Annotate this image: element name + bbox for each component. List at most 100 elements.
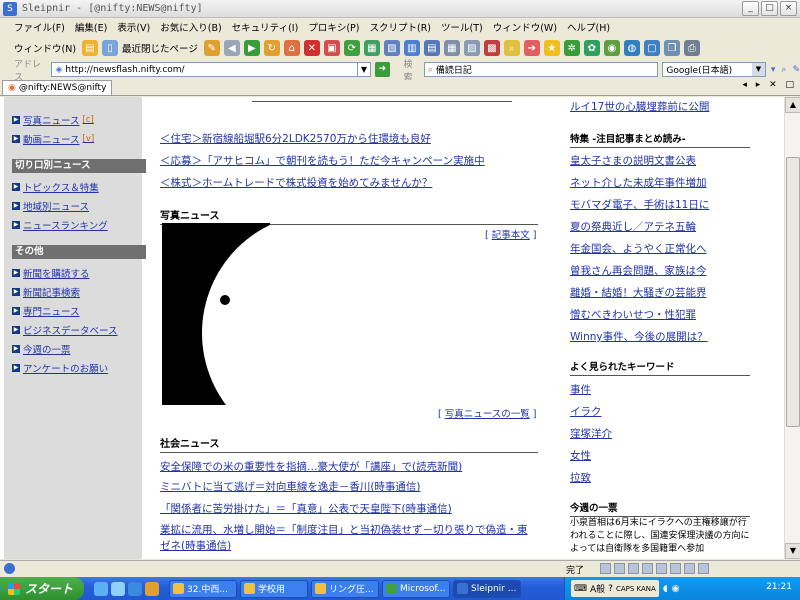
special-link[interactable]: 皇太子さまの説明文書公表 xyxy=(570,153,696,168)
search-engine-select[interactable]: Google(日本語) ▼ xyxy=(662,62,766,77)
status-activex-icon[interactable] xyxy=(670,563,681,574)
special-link[interactable]: 憎むべきわいせつ・性犯罪 xyxy=(570,307,696,322)
promo-link-entry[interactable]: ＜応募＞「アサヒコム」で朝刊を読もう！ただ今キャンペーン実施中 xyxy=(160,153,485,168)
menu-script[interactable]: スクリプト(R) xyxy=(369,20,431,34)
article-body-link[interactable]: 記事本文 xyxy=(492,230,530,241)
sidebar-link-article-search[interactable]: ▶ 新聞記事検索 xyxy=(12,285,80,299)
highlight-icon[interactable]: ⌕ xyxy=(781,65,786,75)
taskbar-item-active[interactable]: Sleipnir ... xyxy=(453,579,521,598)
status-script-icon[interactable] xyxy=(642,563,653,574)
scroll-up-arrow-icon[interactable]: ▲ xyxy=(785,97,800,113)
sidebar-link-special-news[interactable]: ▶ 専門ニュース xyxy=(12,304,80,318)
special-link[interactable]: 年金国会、ようやく正常化へ xyxy=(570,241,707,256)
minimize-button[interactable]: _ xyxy=(742,1,759,16)
tile-window-icon[interactable]: ▥ xyxy=(403,40,420,56)
maximize-button[interactable]: □ xyxy=(761,1,778,16)
menu-file[interactable]: ファイル(F) xyxy=(14,20,65,34)
promo-link-stocks[interactable]: ＜株式＞ホームトレードで株式投資を始めてみませんか？ xyxy=(160,175,432,190)
social-news-link[interactable]: 安全保障での米の重要性を指摘…豪大使が「講座」で(読売新聞) xyxy=(160,459,462,474)
status-image-icon[interactable] xyxy=(628,563,639,574)
window-close-icon[interactable]: ▩ xyxy=(483,40,500,56)
go-button[interactable]: ➜ xyxy=(375,62,390,77)
special-link[interactable]: 離婚・結婚！大騒ぎの芸能界 xyxy=(570,285,707,300)
tab-nifty-news[interactable]: ◉ @nifty:NEWS@nifty xyxy=(2,80,113,95)
photo-news-list-link[interactable]: 写真ニュースの一覧 xyxy=(445,409,530,420)
menu-tools[interactable]: ツール(T) xyxy=(441,20,483,34)
social-news-link-cont[interactable]: ゼネ(時事通信) xyxy=(160,538,231,553)
keyword-link[interactable]: 拉致 xyxy=(570,470,591,485)
pen-icon[interactable]: ✎ xyxy=(792,65,800,75)
proxy-icon[interactable]: ◉ xyxy=(603,40,620,56)
sidebar-link-weekly-vote[interactable]: ▶ 今週の一票 xyxy=(12,342,71,356)
cut-off-link[interactable]: ルイ17世の心臓埋葬前に公開 xyxy=(570,99,709,114)
scroll-down-arrow-icon[interactable]: ▼ xyxy=(785,543,800,559)
status-security-icon[interactable] xyxy=(600,563,611,574)
sidebar-link-photo-news[interactable]: ▶ 写真ニュース [c] xyxy=(12,113,94,127)
taskbar-item[interactable]: 学校用 xyxy=(240,579,308,598)
taskbar-item[interactable]: Microsof... xyxy=(382,579,450,598)
ime-toolbar[interactable]: ⌨ A般 ? CAPS KANA xyxy=(571,580,659,597)
taskbar-item[interactable]: リング圧... xyxy=(311,579,379,598)
page-settings-icon[interactable]: ▧ xyxy=(383,40,400,56)
menu-edit[interactable]: 編集(E) xyxy=(75,20,107,34)
magnifier-icon[interactable]: ⌕ xyxy=(503,40,520,56)
tab-navigation-buttons[interactable]: ◂ ▸ ✕ □ xyxy=(742,80,797,90)
globe-icon[interactable]: ◍ xyxy=(623,40,640,56)
sidebar-link-topics[interactable]: ▶ トピックス＆特集 xyxy=(12,180,99,194)
sidebar-link-regional[interactable]: ▶ 地域別ニュース xyxy=(12,199,89,213)
stop-icon[interactable]: ✕ xyxy=(303,40,320,56)
split-icon[interactable]: ▨ xyxy=(463,40,480,56)
volume-icon[interactable]: ◖ xyxy=(663,584,668,594)
menu-proxy[interactable]: プロキシ(P) xyxy=(308,20,359,34)
home-icon[interactable]: ⌂ xyxy=(283,40,300,56)
vertical-scrollbar[interactable]: ▲ ▼ xyxy=(784,97,800,559)
ie-icon[interactable] xyxy=(94,581,108,596)
status-sound-icon[interactable] xyxy=(684,563,695,574)
status-java-icon[interactable] xyxy=(656,563,667,574)
print-icon[interactable]: ⎙ xyxy=(683,40,700,56)
address-dropdown-button[interactable]: ▼ xyxy=(357,62,372,77)
closed-page-icon[interactable]: ✎ xyxy=(203,40,220,56)
layout-icon[interactable]: ▦ xyxy=(443,40,460,56)
new-window-icon[interactable]: ▢ xyxy=(643,40,660,56)
recently-closed-button[interactable]: 最近閉じたページ xyxy=(122,41,198,55)
menu-window[interactable]: ウィンドウ(W) xyxy=(493,20,557,34)
sidebar-link-survey[interactable]: ▶ アンケートのお願い xyxy=(12,361,108,375)
back-arrow-icon[interactable]: ◀ xyxy=(223,40,240,56)
keyword-link[interactable]: イラク xyxy=(570,404,602,419)
menu-view[interactable]: 表示(V) xyxy=(117,20,150,34)
page-icon[interactable]: ▯ xyxy=(102,40,119,56)
sidebar-link-subscribe[interactable]: ▶ 新聞を購読する xyxy=(12,266,90,280)
search-dropdown-icon[interactable]: ▾ xyxy=(771,65,776,75)
sidebar-link-ranking[interactable]: ▶ ニュースランキング xyxy=(12,218,108,232)
taskbar-item[interactable]: 32.中西... xyxy=(169,579,237,598)
news-photo[interactable] xyxy=(162,223,270,405)
close-button[interactable]: × xyxy=(780,1,797,16)
special-link[interactable]: 曽我さん再会問題、家族は今 xyxy=(570,263,707,278)
media-icon[interactable] xyxy=(128,581,142,596)
start-button[interactable]: スタート xyxy=(0,577,84,600)
special-link[interactable]: ネット介した未成年事件増加 xyxy=(570,175,707,190)
window-menu-button[interactable]: ウィンドウ(N) xyxy=(14,41,76,55)
search-input[interactable]: ⌕ 備読日記 xyxy=(423,62,659,77)
social-news-link[interactable]: ミニバトに当て逃げ＝対向車線を逸走－香川(時事通信) xyxy=(160,479,421,494)
address-input[interactable]: ◈ http://newsflash.nifty.com/ xyxy=(51,62,358,77)
sidebar-link-business-db[interactable]: ▶ ビジネスデータベース xyxy=(12,323,118,337)
script-icon[interactable]: ✿ xyxy=(583,40,600,56)
social-news-link[interactable]: 業拡に流用、水増し開始＝「制度注目」と当初偽装せず－切り張りで偽造・東 xyxy=(160,522,528,537)
status-proxy-icon[interactable] xyxy=(698,563,709,574)
refresh-all-icon[interactable]: ⟳ xyxy=(343,40,360,56)
menu-security[interactable]: セキュリティ(I) xyxy=(232,20,299,34)
explorer-icon[interactable] xyxy=(145,581,159,596)
clock[interactable]: 21:21 xyxy=(766,582,792,592)
keyword-link[interactable]: 事件 xyxy=(570,382,591,397)
desktop-icon[interactable] xyxy=(111,581,125,596)
save-page-icon[interactable]: ▦ xyxy=(363,40,380,56)
favorites-star-icon[interactable]: ★ xyxy=(543,40,560,56)
menu-favorites[interactable]: お気に入り(B) xyxy=(160,20,221,34)
network-icon[interactable]: ◉ xyxy=(672,584,680,594)
sidebar-link-video-news[interactable]: ▶ 動画ニュース [v] xyxy=(12,132,94,146)
folder-icon[interactable]: ▤ xyxy=(82,40,99,56)
menu-help[interactable]: ヘルプ(H) xyxy=(567,20,610,34)
keyword-link[interactable]: 窪塚洋介 xyxy=(570,426,612,441)
